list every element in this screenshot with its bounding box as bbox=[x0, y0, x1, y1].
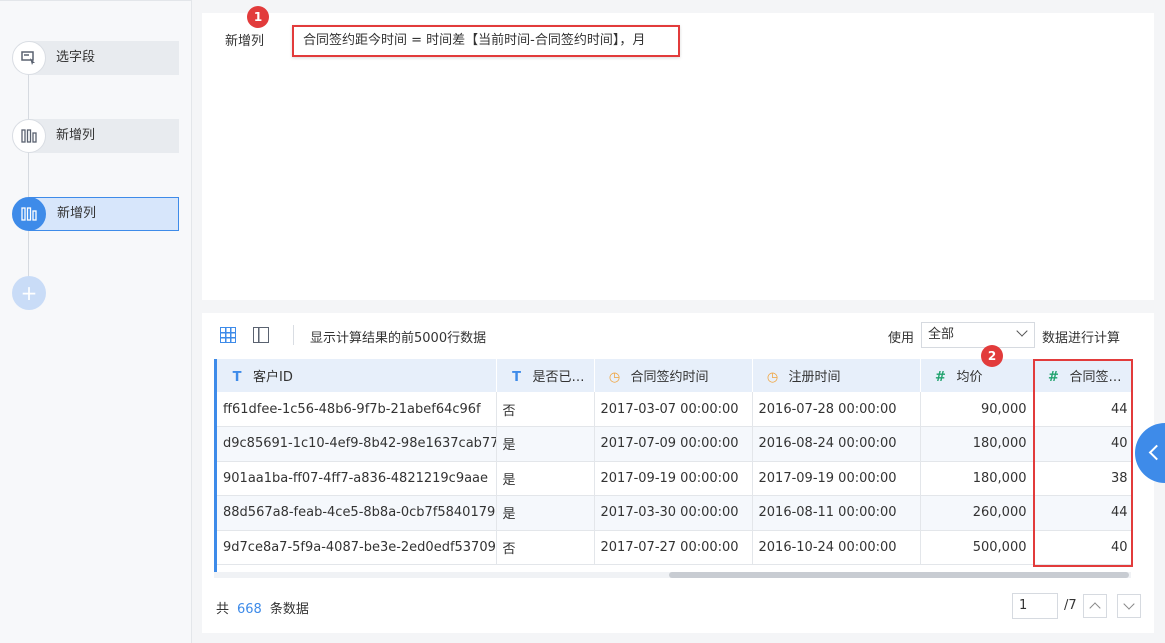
data-preview-panel: 显示计算结果的前5000行数据 使用 全部 数据进行计算 T 客户ID T 是否已…… bbox=[202, 313, 1154, 633]
step-label: 选字段 bbox=[29, 41, 179, 75]
table-cell: 40 bbox=[1033, 530, 1131, 565]
table-row: 901aa1ba-ff07-4ff7-a836-4821219c9aae 是 2… bbox=[217, 461, 1131, 496]
step-label: 新增列 bbox=[29, 197, 179, 231]
formula-input[interactable]: 合同签约距今时间 = 时间差【当前时间-合同签约时间】，月 bbox=[292, 25, 680, 57]
step-connector bbox=[28, 71, 29, 281]
panel-view-icon[interactable] bbox=[253, 327, 269, 343]
column-icon bbox=[12, 119, 46, 153]
data-scope-select[interactable]: 全部 bbox=[921, 322, 1035, 348]
column-header-label: 客户ID bbox=[253, 370, 293, 385]
table-cell: 2016-08-24 00:00:00 bbox=[752, 426, 921, 462]
use-suffix: 数据进行计算 bbox=[1042, 331, 1121, 346]
column-header[interactable]: T 客户ID bbox=[217, 359, 497, 392]
text-type-icon: T bbox=[512, 370, 521, 385]
table-cell: 44 bbox=[1033, 495, 1131, 531]
horizontal-scrollbar[interactable] bbox=[214, 572, 1131, 578]
table-cell: 是 bbox=[496, 426, 595, 462]
table-cell: 2016-08-11 00:00:00 bbox=[752, 495, 921, 531]
count-suffix: 条数据 bbox=[269, 602, 309, 617]
table-row: ff61dfee-1c56-48b6-9f7b-21abef64c96f 否 2… bbox=[217, 392, 1131, 427]
number-type-icon: # bbox=[935, 370, 946, 385]
column-header[interactable]: ◷ 合同签约时间 bbox=[594, 359, 753, 392]
column-header[interactable]: ◷ 注册时间 bbox=[752, 359, 921, 392]
page-number-input[interactable]: 1 bbox=[1012, 593, 1058, 619]
preview-info-text: 显示计算结果的前5000行数据 bbox=[310, 331, 487, 346]
count-prefix: 共 bbox=[216, 602, 230, 617]
table-cell: 2017-09-19 00:00:00 bbox=[752, 461, 921, 496]
table-cell: 2017-07-09 00:00:00 bbox=[594, 426, 753, 462]
table-cell: 44 bbox=[1033, 392, 1131, 427]
table-cell: d9c85691-1c10-4ef9-8b42-98e1637cab77 bbox=[217, 426, 497, 462]
table-cell: 2017-09-19 00:00:00 bbox=[594, 461, 753, 496]
table-cell: 2016-07-28 00:00:00 bbox=[752, 392, 921, 427]
table-cell: 90,000 bbox=[920, 392, 1034, 427]
table-cell: 180,000 bbox=[920, 426, 1034, 462]
next-page-button[interactable] bbox=[1117, 594, 1141, 618]
count-value: 668 bbox=[237, 602, 262, 617]
table-cell: 是 bbox=[496, 461, 595, 496]
table-cell: 500,000 bbox=[920, 530, 1034, 565]
chevron-down-icon bbox=[1016, 325, 1028, 337]
table-cell: 260,000 bbox=[920, 495, 1034, 531]
select-field-icon bbox=[12, 41, 46, 75]
chevron-up-icon bbox=[1089, 602, 1101, 614]
scrollbar-thumb[interactable] bbox=[669, 572, 1129, 578]
add-step-button[interactable]: + bbox=[12, 276, 46, 310]
number-type-icon: # bbox=[1048, 370, 1059, 385]
table-row: 88d567a8-feab-4ce5-8b8a-0cb7f5840179 是 2… bbox=[217, 495, 1131, 531]
use-label: 使用 bbox=[888, 331, 915, 346]
table-cell: ff61dfee-1c56-48b6-9f7b-21abef64c96f bbox=[217, 392, 497, 427]
table-cell: 2016-10-24 00:00:00 bbox=[752, 530, 921, 565]
toolbar-divider bbox=[293, 325, 294, 345]
table-cell: 2017-03-30 00:00:00 bbox=[594, 495, 753, 531]
data-table: T 客户ID T 是否已… ◷ 合同签约时间 ◷ 注册时间 # 均价 # 合同签… ff61… bbox=[214, 359, 1131, 573]
column-header-label: 均价 bbox=[956, 370, 983, 385]
column-header[interactable]: T 是否已… bbox=[496, 359, 595, 392]
table-cell: 否 bbox=[496, 392, 595, 427]
table-cell: 40 bbox=[1033, 426, 1131, 462]
table-cell: 88d567a8-feab-4ce5-8b8a-0cb7f5840179 bbox=[217, 495, 497, 531]
table-cell: 2017-07-27 00:00:00 bbox=[594, 530, 753, 565]
clock-icon: ◷ bbox=[766, 370, 779, 385]
config-label: 新增列 bbox=[225, 34, 265, 49]
table-cell: 是 bbox=[496, 495, 595, 531]
table-view-icon[interactable] bbox=[220, 327, 236, 343]
data-scope-value: 全部 bbox=[928, 327, 955, 342]
row-count: 共 668 条数据 bbox=[216, 598, 309, 617]
step-add-column-1[interactable]: 新增列 bbox=[12, 119, 179, 153]
table-cell: 901aa1ba-ff07-4ff7-a836-4821219c9aae bbox=[217, 461, 497, 496]
prev-page-button[interactable] bbox=[1083, 594, 1107, 618]
clock-icon: ◷ bbox=[608, 370, 621, 385]
step-add-column-2[interactable]: 新增列 bbox=[12, 197, 179, 231]
table-cell: 2017-03-07 00:00:00 bbox=[594, 392, 753, 427]
column-header[interactable]: # 均价 bbox=[920, 359, 1034, 392]
column-header-label: 合同签约时间 bbox=[630, 370, 709, 385]
step-select-fields[interactable]: 选字段 bbox=[12, 41, 179, 75]
table-cell: 180,000 bbox=[920, 461, 1034, 496]
column-header-label: 注册时间 bbox=[788, 370, 841, 385]
table-row: d9c85691-1c10-4ef9-8b42-98e1637cab77 是 2… bbox=[217, 426, 1131, 462]
annotation-badge-1: 1 bbox=[247, 6, 269, 28]
table-cell: 否 bbox=[496, 530, 595, 565]
step-label: 新增列 bbox=[29, 119, 179, 153]
step-sidebar: 选字段 新增列 新增列 + bbox=[0, 0, 192, 643]
table-cell: 38 bbox=[1033, 461, 1131, 496]
preview-toolbar: 显示计算结果的前5000行数据 使用 全部 数据进行计算 bbox=[202, 313, 1154, 357]
page-total: /7 bbox=[1064, 598, 1077, 613]
table-cell: 9d7ce8a7-5f9a-4087-be3e-2ed0edf53709 bbox=[217, 530, 497, 565]
table-row: 9d7ce8a7-5f9a-4087-be3e-2ed0edf53709 否 2… bbox=[217, 530, 1131, 565]
chevron-down-icon bbox=[1123, 598, 1135, 610]
column-header-label: 合同签… bbox=[1069, 370, 1122, 385]
annotation-badge-2: 2 bbox=[981, 345, 1003, 367]
column-header[interactable]: # 合同签… bbox=[1033, 359, 1131, 392]
column-header-label: 是否已… bbox=[532, 370, 585, 385]
column-icon bbox=[12, 197, 46, 231]
text-type-icon: T bbox=[232, 370, 242, 385]
chevron-left-icon bbox=[1148, 444, 1165, 461]
config-panel: 新增列 合同签约距今时间 = 时间差【当前时间-合同签约时间】，月 bbox=[202, 13, 1154, 300]
